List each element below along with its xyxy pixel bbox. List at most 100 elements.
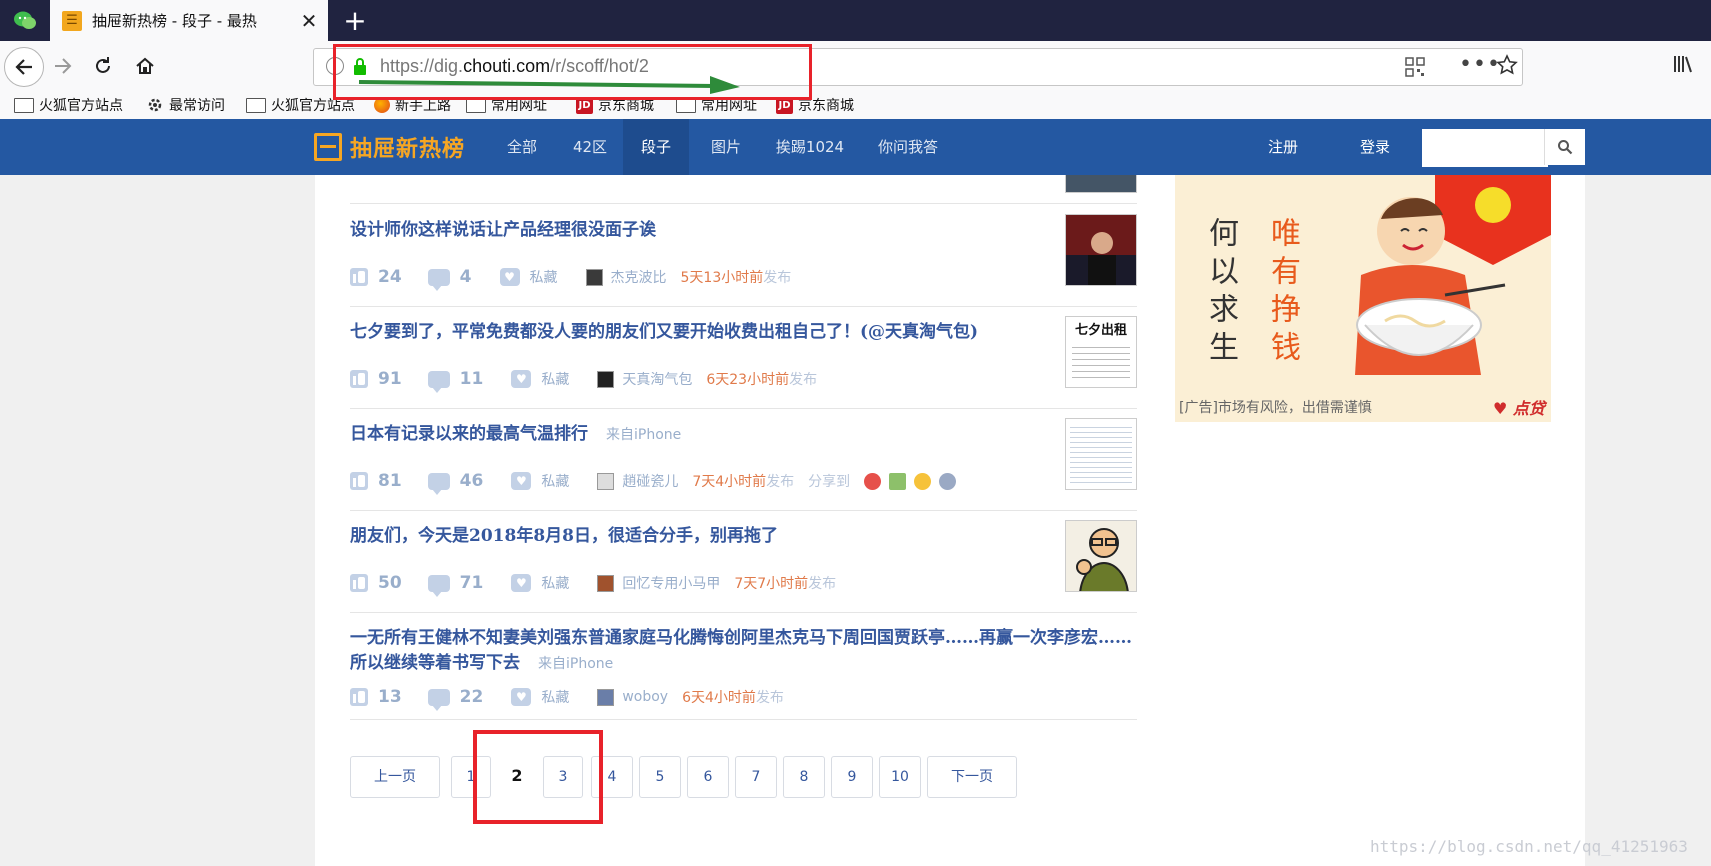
- nav-jokes[interactable]: 段子: [623, 119, 689, 175]
- close-tab-icon[interactable]: ✕: [296, 9, 322, 33]
- page-link[interactable]: 5: [639, 756, 681, 798]
- news-title-text[interactable]: 朋友们，今天是2018年8月8日，很适合分手，别再拖了: [350, 526, 778, 546]
- reload-button[interactable]: [84, 47, 122, 85]
- page-link[interactable]: 9: [831, 756, 873, 798]
- news-thumbnail[interactable]: 七夕出租: [1065, 316, 1137, 388]
- favorite-icon[interactable]: ♥: [511, 688, 532, 706]
- username[interactable]: woboy: [622, 689, 668, 705]
- username[interactable]: 杰克波比: [611, 267, 667, 287]
- login-link[interactable]: 登录: [1360, 119, 1390, 175]
- like-icon[interactable]: [350, 370, 368, 388]
- favorite-icon[interactable]: ♥: [511, 370, 532, 388]
- post-time[interactable]: 7天7小时前: [734, 573, 808, 593]
- site-logo[interactable]: 抽屉新热榜: [314, 131, 465, 163]
- favorite-label[interactable]: 私藏: [541, 687, 569, 707]
- nav-all[interactable]: 全部: [492, 119, 552, 175]
- news-title-text[interactable]: 一无所有王健林不知妻美刘强东普通家庭马化腾悔创阿里杰克马下周回国贾跃亭……再赢一…: [350, 628, 1132, 673]
- news-item: 日本有记录以来的最高气温排行 来自iPhone 81 46 ♥ 私藏 趙碰瓷儿 7天…: [350, 408, 1137, 511]
- like-icon[interactable]: [350, 472, 368, 490]
- post-time[interactable]: 7天4小时前: [692, 471, 766, 491]
- douban-share-icon[interactable]: [889, 472, 907, 490]
- active-tab[interactable]: ☰ 抽屉新热榜 - 段子 - 最热 ✕: [50, 0, 328, 41]
- news-title[interactable]: 设计师你这样说话让产品经理很没面子诶: [350, 218, 1055, 243]
- wechat-pinned-tab[interactable]: [0, 0, 50, 41]
- comment-icon[interactable]: [427, 268, 450, 291]
- post-time[interactable]: 6天4小时前: [682, 687, 756, 707]
- like-icon[interactable]: [350, 574, 368, 592]
- nav-it1024[interactable]: 挨踢1024: [770, 119, 850, 175]
- advertisement[interactable]: 何以求生 唯有挣钱 [广告]市场有风险，出借需谨慎 ♥ 点贷: [1175, 175, 1551, 422]
- username[interactable]: 回忆专用小马甲: [622, 573, 720, 593]
- news-thumbnail[interactable]: [1065, 214, 1137, 286]
- avatar[interactable]: [597, 574, 615, 592]
- publish-label: 发布: [808, 576, 837, 592]
- avatar[interactable]: [597, 370, 615, 388]
- bookmark-item[interactable]: 火狐官方站点: [14, 95, 123, 115]
- news-item: 一无所有王健林不知妻美刘强东普通家庭马化腾悔创阿里杰克马下周回国贾跃亭……再赢一…: [350, 612, 1137, 720]
- weibo-share-icon[interactable]: [864, 472, 882, 490]
- comment-icon[interactable]: [427, 472, 450, 495]
- avatar[interactable]: [585, 268, 603, 286]
- qr-code-icon[interactable]: [1405, 57, 1425, 77]
- news-title[interactable]: 朋友们，今天是2018年8月8日，很适合分手，别再拖了: [350, 524, 1055, 549]
- speaker-photo-icon: [1066, 215, 1136, 285]
- avatar[interactable]: [597, 688, 615, 706]
- next-page-button[interactable]: 下一页: [927, 756, 1017, 798]
- site-search-button[interactable]: [1544, 129, 1585, 165]
- favorite-label[interactable]: 私藏: [541, 369, 569, 389]
- qzone-share-icon[interactable]: [914, 472, 932, 490]
- news-title[interactable]: 一无所有王健林不知妻美刘强东普通家庭马化腾悔创阿里杰克马下周回国贾跃亭……再赢一…: [350, 626, 1137, 677]
- bookmark-star-icon[interactable]: [1496, 54, 1518, 76]
- bookmark-item[interactable]: 最常访问: [146, 95, 225, 115]
- news-meta: 13 22 ♥ 私藏 woboy 6天4小时前 发布: [350, 686, 784, 711]
- comment-icon[interactable]: [427, 688, 450, 711]
- forward-button[interactable]: [44, 47, 82, 85]
- register-link[interactable]: 注册: [1268, 119, 1298, 175]
- username[interactable]: 趙碰瓷儿: [622, 471, 678, 491]
- post-time[interactable]: 5天13小时前: [681, 267, 764, 287]
- comment-icon[interactable]: [427, 370, 450, 393]
- favorite-label[interactable]: 私藏: [530, 267, 558, 287]
- news-title[interactable]: 日本有记录以来的最高气温排行 来自iPhone: [350, 422, 1055, 448]
- like-icon[interactable]: [350, 268, 368, 286]
- prev-page-button[interactable]: 上一页: [350, 756, 440, 798]
- bookmark-label: 最常访问: [169, 98, 225, 114]
- avatar[interactable]: [597, 472, 615, 490]
- post-time[interactable]: 6天23小时前: [706, 369, 789, 389]
- favorite-icon[interactable]: ♥: [499, 268, 520, 286]
- news-title-text[interactable]: 七夕要到了，平常免费都没人要的朋友们又要开始收费出租自己了！(@天真淘气包): [350, 322, 978, 342]
- favorite-icon[interactable]: ♥: [511, 472, 532, 490]
- news-title[interactable]: 七夕要到了，平常免费都没人要的朋友们又要开始收费出租自己了！(@天真淘气包): [350, 320, 1055, 345]
- page-link[interactable]: 8: [783, 756, 825, 798]
- page-link[interactable]: 6: [687, 756, 729, 798]
- favorite-label[interactable]: 私藏: [541, 573, 569, 593]
- username[interactable]: 天真淘气包: [622, 369, 692, 389]
- news-title-text[interactable]: 日本有记录以来的最高气温排行: [350, 424, 588, 444]
- browser-tab-bar: ☰ 抽屉新热榜 - 段子 - 最热 ✕ +: [0, 0, 1711, 41]
- comment-count: 11: [459, 369, 484, 389]
- page-link[interactable]: 10: [879, 756, 921, 798]
- back-button[interactable]: [4, 47, 44, 87]
- page-actions-icon[interactable]: •••: [1459, 52, 1501, 77]
- favorite-label[interactable]: 私藏: [541, 471, 569, 491]
- nav-42[interactable]: 42区: [560, 119, 620, 175]
- news-thumbnail[interactable]: [1065, 418, 1137, 490]
- nav-pictures[interactable]: 图片: [696, 119, 756, 175]
- site-search-input[interactable]: [1422, 129, 1548, 167]
- news-thumbnail[interactable]: [1065, 520, 1137, 592]
- news-title-text[interactable]: 设计师你这样说话让产品经理很没面子诶: [350, 220, 656, 240]
- watermark: https://blog.csdn.net/qq_41251963: [1370, 837, 1688, 856]
- page-link[interactable]: 7: [735, 756, 777, 798]
- news-thumbnail[interactable]: [1065, 175, 1137, 193]
- wechat-icon: [14, 11, 36, 29]
- comment-icon[interactable]: [427, 574, 450, 597]
- news-meta: 81 46 ♥ 私藏 趙碰瓷儿 7天4小时前 发布 分享到: [350, 470, 957, 495]
- library-icon[interactable]: [1672, 53, 1694, 75]
- favorite-icon[interactable]: ♥: [511, 574, 532, 592]
- renren-share-icon[interactable]: [939, 472, 957, 490]
- new-tab-button[interactable]: +: [338, 4, 372, 38]
- nav-qa[interactable]: 你问我答: [866, 119, 950, 175]
- like-icon[interactable]: [350, 688, 368, 706]
- home-button[interactable]: [126, 47, 164, 85]
- news-source: 来自iPhone: [538, 656, 614, 672]
